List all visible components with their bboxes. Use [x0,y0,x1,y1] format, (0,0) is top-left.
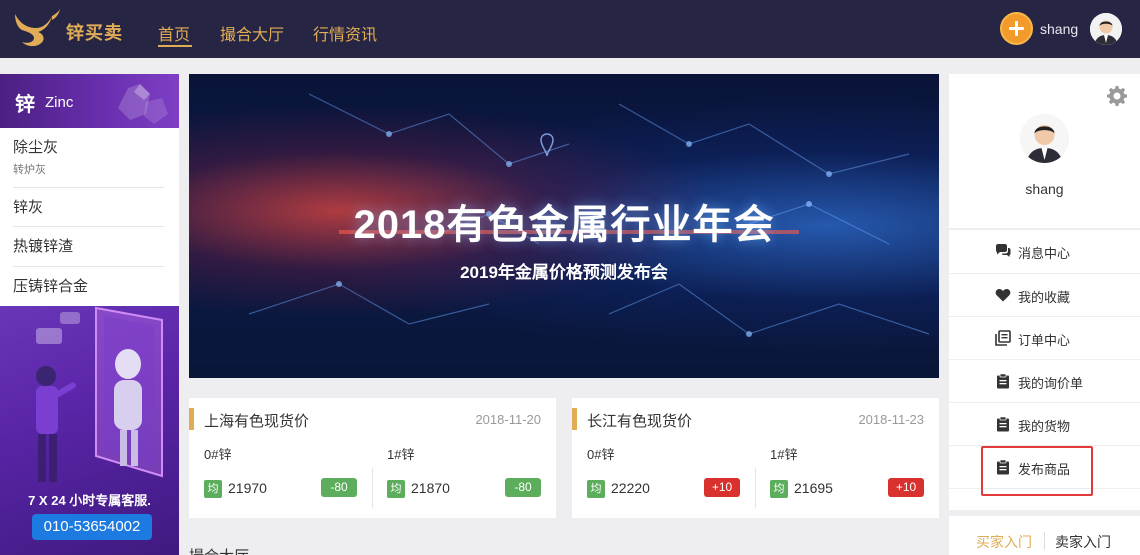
brand-name[interactable]: 锌买卖 [66,19,123,45]
promo-phone-button[interactable]: 010-53654002 [32,514,152,540]
clipboard-icon [997,416,1009,432]
category-name-cn: 锌 [15,94,35,116]
seller-entry-link[interactable]: 卖家入门 [1055,532,1111,552]
card-date: 2018-11-23 [858,412,924,427]
category-item-zinc-ash[interactable]: 锌灰 [13,196,43,217]
entry-bar: 买家入门 卖家入门 [949,516,1140,555]
product-name: 0#锌 [587,447,615,462]
banner-title: 2018有色金属行业年会 [353,203,775,247]
menu-item-my-goods[interactable]: 我的货物 [949,403,1140,446]
crystal-icon [118,84,168,124]
price-card-shanghai[interactable]: 上海有色现货价 2018-11-20 0#锌 均 21970 -80 1#锌 均… [189,398,556,518]
product-name: 1#锌 [770,447,798,462]
card-accent-bar [572,408,577,430]
banner-subtitle: 2019年金属价格预测发布会 [460,263,668,282]
divider [372,468,373,508]
price-value: 21970 [228,480,267,496]
user-avatar-icon [1020,114,1069,163]
highlight-annotation-box [981,446,1093,496]
divider [13,266,164,267]
price-change-badge: -80 [321,478,357,497]
hero-banner[interactable]: 2018有色金属行业年会 2019年金属价格预测发布会 [189,74,939,378]
divider [1044,532,1045,550]
gear-icon[interactable] [1107,86,1127,106]
promo-illustration [36,306,163,482]
heart-icon [995,288,1011,302]
category-item-dust-ash[interactable]: 除尘灰 [13,136,58,157]
divider [13,226,164,227]
menu-item-label: 订单中心 [1018,333,1071,348]
divider [755,468,756,508]
profile-username: shang [1025,181,1064,197]
nav-market-news[interactable]: 行情资讯 [313,21,377,45]
top-header: 锌买卖 首页 撮合大厅 行情资讯 shang [0,0,1140,58]
price-value: 21870 [411,480,450,496]
chat-icon [996,244,1011,257]
category-item-die-cast-zinc-alloy[interactable]: 压铸锌合金 [13,275,88,296]
section-heading-matching: 撮合大厅 [189,545,249,555]
category-item-galvanizing-dross[interactable]: 热镀锌渣 [13,235,73,256]
category-subitem-converter-ash[interactable]: 转炉灰 [13,161,46,177]
price-change-badge: -80 [505,478,541,497]
orders-icon [995,330,1011,346]
nav-matching-hall[interactable]: 撮合大厅 [220,21,284,45]
card-accent-bar [189,408,194,430]
price-value: 22220 [611,480,650,496]
nav-home[interactable]: 首页 [158,21,190,45]
buyer-entry-link[interactable]: 买家入门 [976,532,1032,552]
card-title[interactable]: 上海有色现货价 [204,410,309,431]
average-badge: 均 [587,480,605,498]
promo-service-text: 7 X 24 小时专属客服. [28,493,151,508]
customer-service-promo[interactable]: 7 X 24 小时专属客服. 010-53654002 [0,306,179,555]
menu-item-message-center[interactable]: 消息中心 [949,230,1140,273]
menu-item-my-inquiries[interactable]: 我的询价单 [949,360,1140,403]
product-name: 0#锌 [204,447,232,462]
menu-item-order-center[interactable]: 订单中心 [949,317,1140,360]
average-badge: 均 [387,480,405,498]
category-list: 除尘灰 转炉灰 锌灰 热镀锌渣 压铸锌合金 [0,128,179,306]
clipboard-icon [997,373,1009,389]
profile-avatar[interactable] [1020,114,1069,163]
average-badge: 均 [770,480,788,498]
menu-item-favorites[interactable]: 我的收藏 [949,274,1140,317]
category-name-en: Zinc [45,94,74,111]
menu-item-label: 消息中心 [1018,246,1071,261]
price-change-badge: +10 [704,478,740,497]
profile-card: shang [949,74,1140,228]
add-icon[interactable] [1000,12,1033,45]
user-avatar-icon [1090,13,1122,45]
brand-logo-icon[interactable] [12,8,62,50]
header-username[interactable]: shang [1040,21,1078,37]
menu-item-label: 我的货物 [1018,419,1071,434]
average-badge: 均 [204,480,222,498]
nav-active-underline [158,45,192,47]
category-header: 锌 Zinc [0,74,179,128]
menu-item-label: 我的询价单 [1018,376,1084,391]
price-value: 21695 [794,480,833,496]
header-avatar[interactable] [1090,13,1122,45]
price-change-badge: +10 [888,478,924,497]
menu-item-label: 我的收藏 [1018,290,1071,305]
card-title[interactable]: 长江有色现货价 [587,410,692,431]
card-date: 2018-11-20 [475,412,541,427]
product-name: 1#锌 [387,447,415,462]
divider [13,187,164,188]
price-card-changjiang[interactable]: 长江有色现货价 2018-11-23 0#锌 均 22220 +10 1#锌 均… [572,398,939,518]
